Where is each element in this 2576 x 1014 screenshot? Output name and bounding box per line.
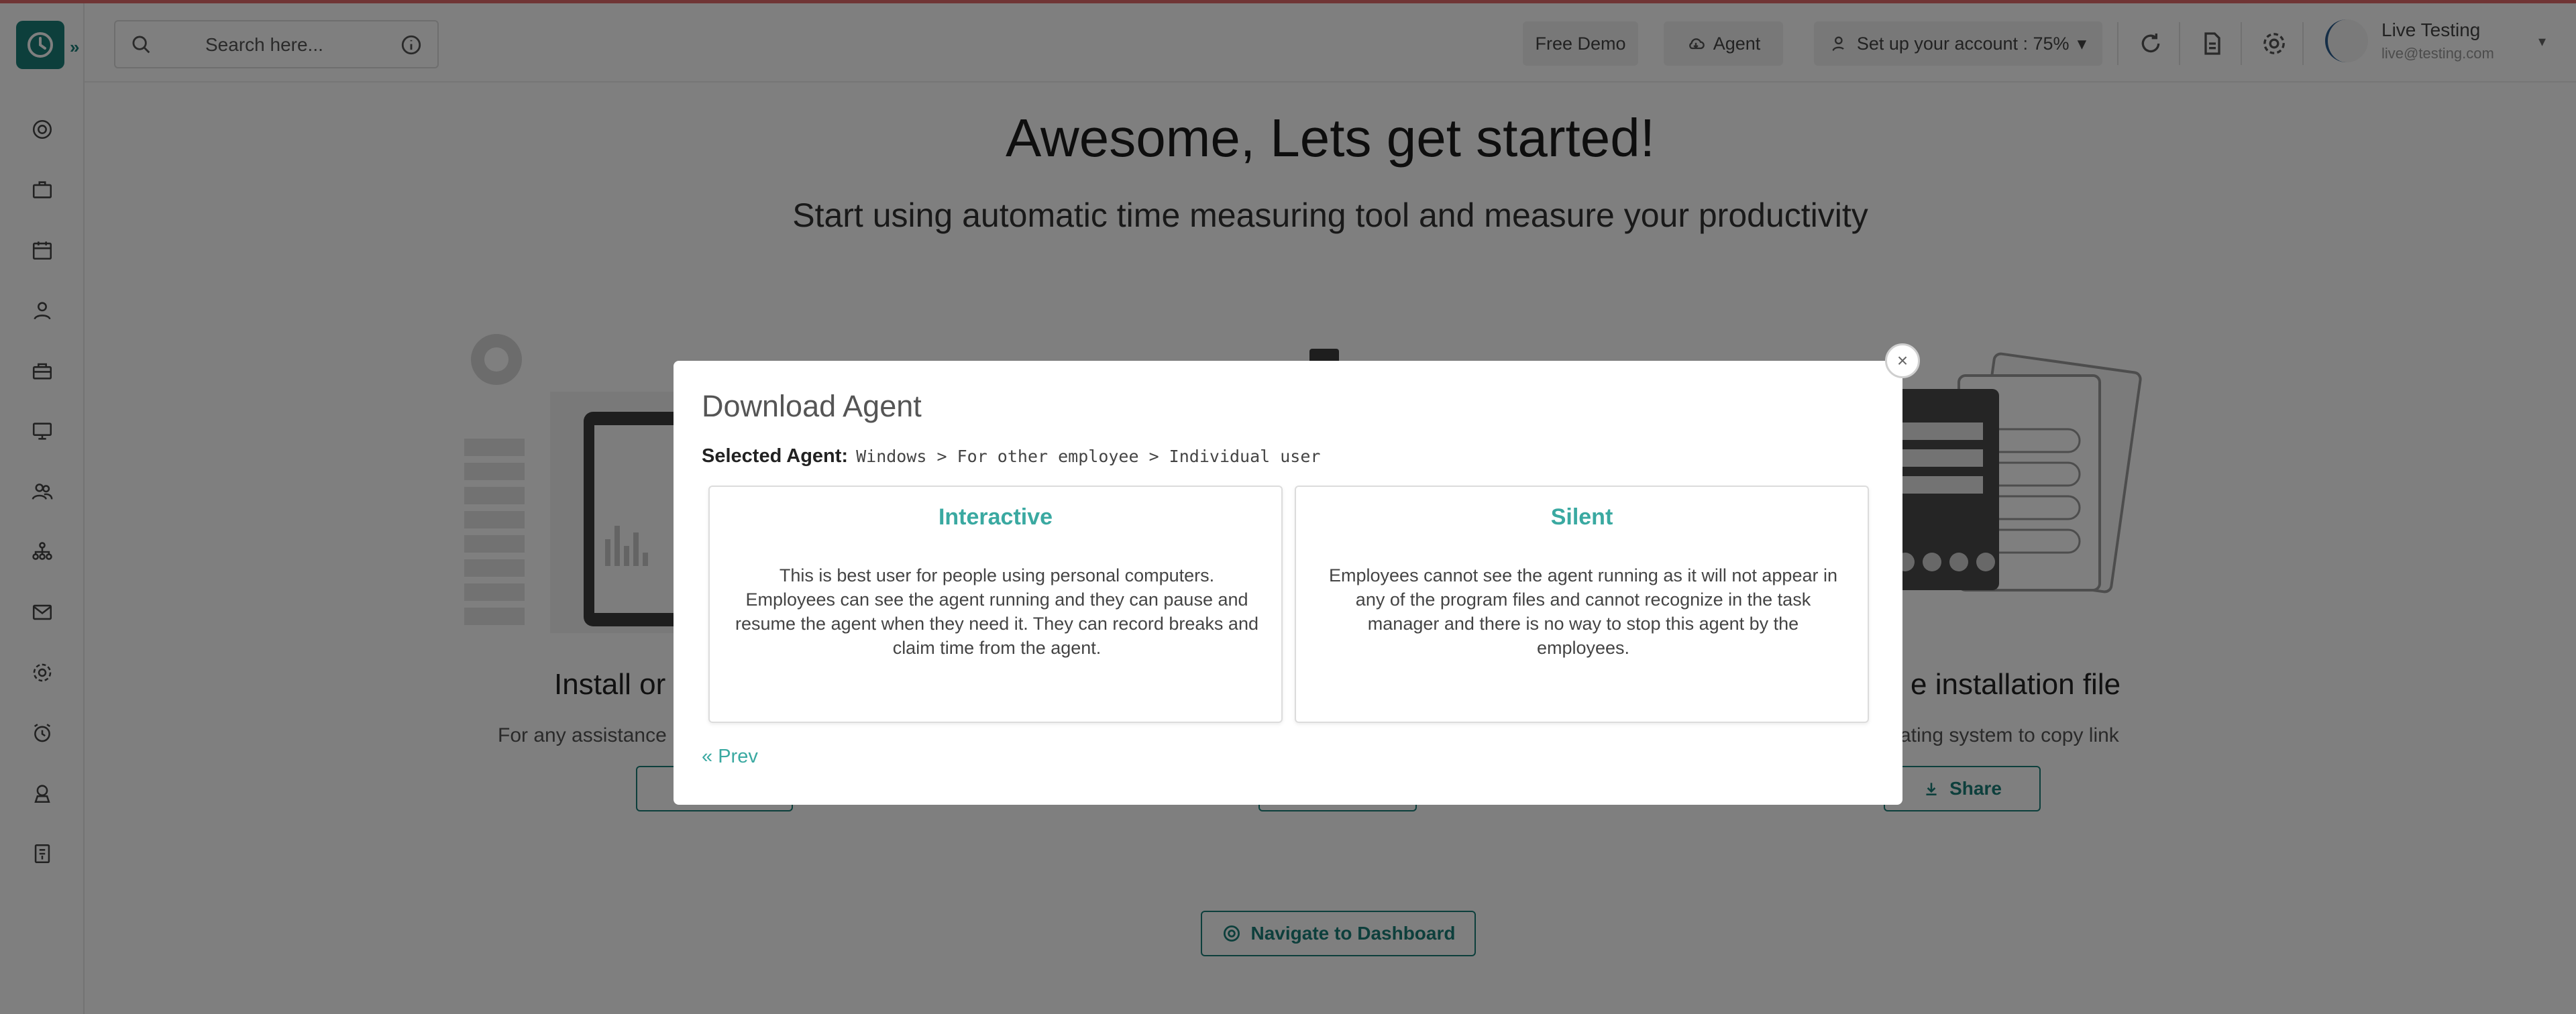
modal-title: Download Agent [702, 389, 922, 423]
prev-link[interactable]: « Prev [702, 746, 758, 768]
silent-card-text: Employees cannot see the agent running a… [1329, 565, 1837, 658]
prev-label: Prev [718, 746, 758, 767]
silent-option-card[interactable]: Silent Employees cannot see the agent ru… [1295, 486, 1869, 723]
selected-agent-label: Selected Agent: [702, 445, 849, 467]
interactive-card-title: Interactive [938, 504, 1053, 530]
interactive-card-text: This is best user for people using perso… [735, 565, 1258, 658]
selected-agent-row: Selected Agent: Windows > For other emplo… [702, 445, 1320, 467]
double-chevron-left-icon: « [702, 746, 713, 767]
close-icon[interactable]: × [1885, 343, 1920, 378]
download-agent-modal: Download Agent Selected Agent: Windows > … [674, 361, 1902, 805]
selected-agent-value: Windows > For other employee > Individua… [856, 447, 1321, 466]
silent-card-title: Silent [1550, 504, 1613, 530]
interactive-option-card[interactable]: Interactive This is best user for people… [708, 486, 1283, 723]
